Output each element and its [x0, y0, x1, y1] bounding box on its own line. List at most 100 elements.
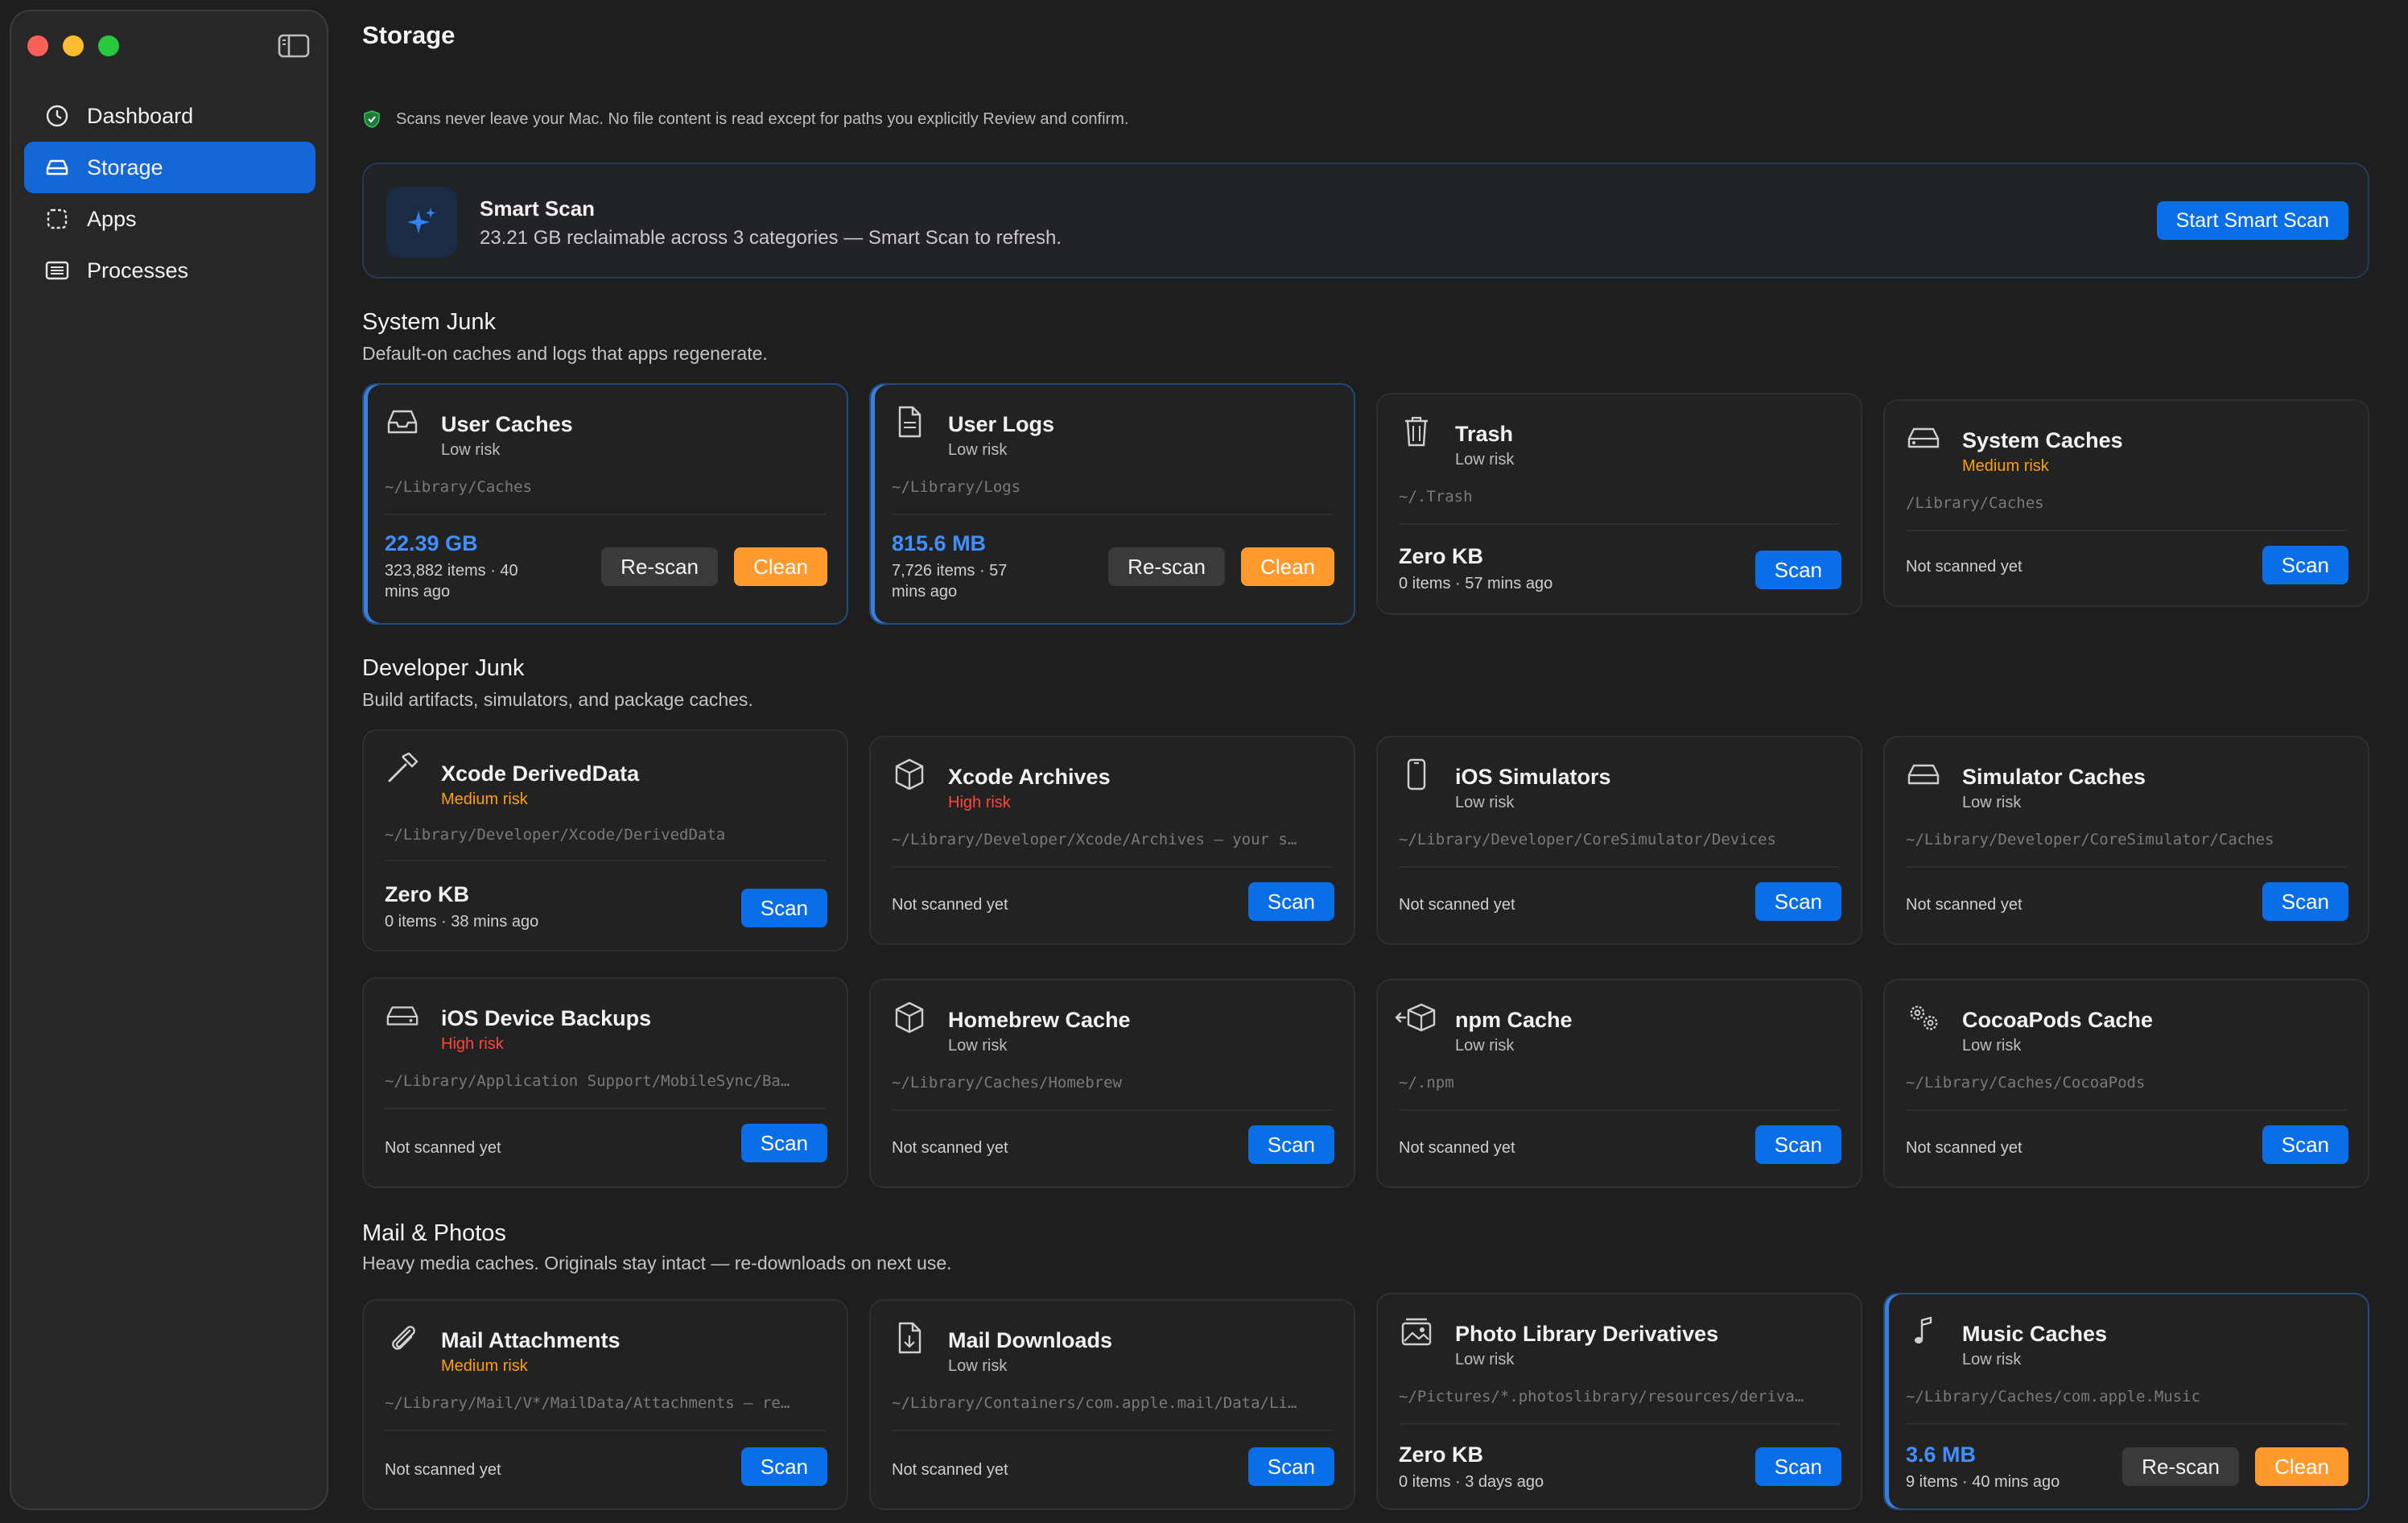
risk-badge: Low risk: [948, 1037, 1008, 1055]
category-card-homebrew-cache[interactable]: Homebrew Cache Low risk ~/Library/Caches…: [869, 979, 1355, 1188]
scan-button[interactable]: Scan: [1754, 551, 1841, 589]
divider: [892, 514, 1333, 515]
scan-button[interactable]: Scan: [2262, 1125, 2348, 1164]
category-card-user-caches[interactable]: User Caches Low risk ~/Library/Caches 22…: [362, 383, 848, 625]
gauge-icon: [43, 102, 71, 130]
category-title: npm Cache: [1455, 1008, 1573, 1032]
scan-status: Not scanned yet: [1906, 558, 2022, 576]
main-content: Storage Scans never leave your Mac. No f…: [338, 0, 2398, 1523]
risk-badge: Low risk: [1962, 1037, 2022, 1055]
category-card-xcode-deriveddata[interactable]: Xcode DerivedData Medium risk ~/Library/…: [362, 729, 848, 951]
reclaimable-size: 815.6 MB: [892, 531, 987, 555]
scan-button[interactable]: Scan: [1247, 1447, 1334, 1486]
close-window-button[interactable]: [27, 35, 48, 56]
risk-badge: Low risk: [948, 1357, 1008, 1375]
risk-badge: High risk: [441, 1035, 504, 1053]
scan-meta: 0 items · 38 mins ago: [385, 913, 539, 931]
rescan-button[interactable]: Re-scan: [2122, 1447, 2239, 1486]
paperclip-icon: [385, 1320, 420, 1356]
category-path: /Library/Caches: [1906, 494, 2044, 512]
sidebar-item-apps[interactable]: Apps: [24, 193, 315, 245]
category-card-user-logs[interactable]: User Logs Low risk ~/Library/Logs 815.6 …: [869, 383, 1355, 625]
category-card-system-caches[interactable]: System Caches Medium risk /Library/Cache…: [1883, 399, 2369, 607]
sidebar-item-processes[interactable]: Processes: [24, 245, 315, 296]
scan-button[interactable]: Scan: [1754, 1447, 1841, 1486]
reclaimable-size: Zero KB: [385, 882, 470, 906]
divider: [1399, 1109, 1840, 1111]
category-path: ~/Library/Caches/CocoaPods: [1906, 1074, 2146, 1092]
shipping-box-icon: [1394, 1000, 1439, 1035]
category-path: ~/Library/Caches/Homebrew: [892, 1074, 1122, 1092]
section-subtitle-system-junk: Default-on caches and logs that apps reg…: [362, 343, 768, 364]
risk-badge: Medium risk: [1962, 457, 2049, 475]
divider: [892, 1430, 1333, 1431]
scan-button[interactable]: Scan: [1754, 1125, 1841, 1164]
clean-button[interactable]: Clean: [1241, 547, 1334, 586]
minimize-window-button[interactable]: [63, 35, 84, 56]
risk-badge: Medium risk: [441, 790, 528, 808]
clean-button[interactable]: Clean: [734, 547, 827, 586]
category-title: Mail Downloads: [948, 1328, 1113, 1352]
risk-badge: High risk: [948, 794, 1011, 811]
rescan-button[interactable]: Re-scan: [601, 547, 718, 586]
category-path: ~/Library/Developer/Xcode/DerivedData: [385, 826, 726, 844]
cube-icon: [892, 1000, 927, 1035]
scan-button[interactable]: Scan: [1247, 1125, 1334, 1164]
reclaimable-size: Zero KB: [1399, 1443, 1484, 1467]
scan-button[interactable]: Scan: [740, 1447, 827, 1486]
divider: [892, 866, 1333, 868]
scan-button[interactable]: Scan: [2262, 882, 2348, 921]
risk-badge: Low risk: [1455, 1037, 1515, 1055]
sidebar-item-dashboard[interactable]: Dashboard: [24, 90, 315, 142]
scan-status: Not scanned yet: [1906, 1139, 2022, 1157]
category-card-ios-simulators[interactable]: iOS Simulators Low risk ~/Library/Develo…: [1376, 736, 1862, 945]
scan-status: Not scanned yet: [892, 896, 1008, 914]
scan-button[interactable]: Scan: [740, 889, 827, 927]
clean-button[interactable]: Clean: [2255, 1447, 2348, 1486]
category-card-simulator-caches[interactable]: Simulator Caches Low risk ~/Library/Deve…: [1883, 736, 2369, 945]
privacy-note: Scans never leave your Mac. No file cont…: [362, 109, 1128, 129]
scan-meta: 323,882 items · 40 mins ago: [385, 562, 518, 601]
section-subtitle-developer-junk: Build artifacts, simulators, and package…: [362, 689, 753, 710]
risk-badge: Low risk: [441, 441, 501, 459]
start-smart-scan-button[interactable]: Start Smart Scan: [2156, 201, 2348, 240]
category-path: ~/Library/Application Support/MobileSync…: [385, 1072, 790, 1090]
sidebar-toggle-icon[interactable]: [277, 32, 311, 60]
scan-button[interactable]: Scan: [1247, 882, 1334, 921]
divider: [1906, 530, 2347, 531]
category-card-trash[interactable]: Trash Low risk ~/.Trash Zero KB 0 items …: [1376, 393, 1862, 615]
app-window: Dashboard Storage Apps Processes Storage: [0, 0, 2408, 1523]
sparkles-icon: [386, 187, 457, 258]
music-note-icon: [1906, 1314, 1941, 1349]
category-title: CocoaPods Cache: [1962, 1008, 2154, 1032]
category-path: ~/Library/Caches: [385, 478, 533, 496]
category-card-cocoapods-cache[interactable]: CocoaPods Cache Low risk ~/Library/Cache…: [1883, 979, 2369, 1188]
divider: [1399, 866, 1840, 868]
scan-meta: 0 items · 3 days ago: [1399, 1473, 1544, 1491]
category-title: Simulator Caches: [1962, 765, 2146, 789]
category-title: iOS Device Backups: [441, 1006, 652, 1030]
scan-button[interactable]: Scan: [2262, 546, 2348, 584]
sidebar-item-storage[interactable]: Storage: [24, 142, 315, 193]
sidebar: Dashboard Storage Apps Processes: [10, 10, 328, 1510]
rescan-button[interactable]: Re-scan: [1108, 547, 1225, 586]
category-card-mail-attachments[interactable]: Mail Attachments Medium risk ~/Library/M…: [362, 1299, 848, 1510]
hammer-icon: [385, 750, 420, 786]
risk-badge: Medium risk: [441, 1357, 528, 1375]
trash-icon: [1399, 414, 1434, 449]
category-path: ~/Library/Containers/com.apple.mail/Data…: [892, 1394, 1297, 1412]
tray-icon: [385, 404, 420, 440]
section-title-mail-photos: Mail & Photos: [362, 1220, 506, 1246]
category-card-mail-downloads[interactable]: Mail Downloads Low risk ~/Library/Contai…: [869, 1299, 1355, 1510]
category-card-ios-device-backups[interactable]: iOS Device Backups High risk ~/Library/A…: [362, 977, 848, 1188]
category-path: ~/Library/Developer/CoreSimulator/Caches: [1906, 831, 2274, 848]
category-card-npm-cache[interactable]: npm Cache Low risk ~/.npm Not scanned ye…: [1376, 979, 1862, 1188]
zoom-window-button[interactable]: [98, 35, 119, 56]
scan-button[interactable]: Scan: [1754, 882, 1841, 921]
scan-status: Not scanned yet: [892, 1139, 1008, 1157]
category-card-photo-library-derivatives[interactable]: Photo Library Derivatives Low risk ~/Pic…: [1376, 1293, 1862, 1510]
category-card-music-caches[interactable]: Music Caches Low risk ~/Library/Caches/c…: [1883, 1293, 2369, 1510]
scan-button[interactable]: Scan: [740, 1124, 827, 1162]
category-title: Mail Attachments: [441, 1328, 621, 1352]
category-card-xcode-archives[interactable]: Xcode Archives High risk ~/Library/Devel…: [869, 736, 1355, 945]
